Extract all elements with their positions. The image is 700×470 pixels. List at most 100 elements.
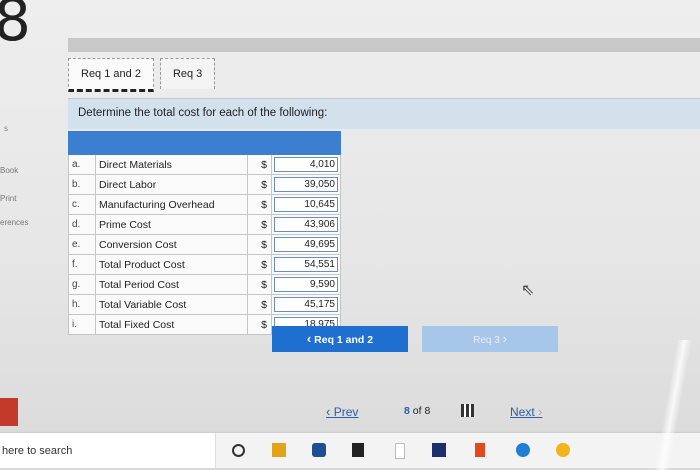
chrome-icon[interactable] bbox=[556, 443, 570, 457]
pager-prev-link[interactable]: ‹ Prev bbox=[326, 404, 358, 419]
table-header-value bbox=[271, 131, 341, 155]
row-currency: $ bbox=[247, 314, 272, 335]
row-letter: b. bbox=[68, 174, 96, 195]
row-label: Total Period Cost bbox=[95, 274, 248, 295]
pager-count: 8 of 8 bbox=[404, 405, 430, 417]
row-value-cell: 45,175 bbox=[271, 294, 341, 315]
row-value-input[interactable]: 45,175 bbox=[274, 297, 338, 312]
row-letter: h. bbox=[68, 294, 96, 315]
pager-current: 8 bbox=[404, 405, 410, 417]
next-requirement-button[interactable]: Req 3 › bbox=[422, 326, 558, 352]
chevron-left-icon: ‹ bbox=[326, 404, 331, 419]
mouse-cursor-icon: ⇖ bbox=[521, 282, 535, 299]
row-label: Manufacturing Overhead bbox=[95, 194, 248, 215]
top-band bbox=[68, 38, 700, 52]
row-value-input[interactable]: 4,010 bbox=[274, 157, 338, 172]
row-value-input[interactable]: 10,645 bbox=[274, 197, 338, 212]
prev-requirement-button[interactable]: ‹ Req 1 and 2 bbox=[272, 326, 408, 352]
row-value-input[interactable]: 49,695 bbox=[274, 237, 338, 252]
row-currency: $ bbox=[247, 154, 272, 175]
row-currency: $ bbox=[247, 214, 272, 235]
table-row: h. Total Variable Cost $45,175 bbox=[68, 294, 341, 315]
cost-table: a. Direct Materials $4,010 b. Direct Labor $3… bbox=[68, 131, 341, 335]
row-letter: e. bbox=[68, 234, 96, 255]
table-header-row bbox=[68, 131, 341, 155]
row-letter: c. bbox=[68, 194, 96, 215]
row-value-cell: 4,010 bbox=[271, 154, 341, 175]
app-icon[interactable] bbox=[395, 443, 405, 459]
tab-bar: Req 1 and 2 Req 3 bbox=[68, 58, 216, 92]
row-currency: $ bbox=[247, 234, 272, 255]
prev-requirement-label: Req 1 and 2 bbox=[314, 334, 374, 346]
row-label: Total Variable Cost bbox=[95, 294, 248, 315]
row-value-input[interactable]: 43,906 bbox=[274, 217, 338, 232]
chevron-left-icon: ‹ bbox=[306, 331, 312, 346]
table-row: a. Direct Materials $4,010 bbox=[68, 154, 341, 175]
row-label: Total Fixed Cost bbox=[95, 314, 248, 335]
cortana-icon[interactable] bbox=[232, 444, 245, 457]
row-value-input[interactable]: 9,590 bbox=[274, 277, 338, 292]
taskbar-search-text: here to search bbox=[2, 445, 73, 457]
sidebar-item-print[interactable]: Print bbox=[0, 194, 16, 203]
sidebar-dot: s bbox=[4, 124, 8, 133]
dropbox-icon[interactable] bbox=[352, 443, 364, 457]
table-row: e. Conversion Cost $49,695 bbox=[68, 234, 341, 255]
row-letter: a. bbox=[68, 154, 96, 175]
row-value-cell: 9,590 bbox=[271, 274, 341, 295]
table-row: c. Manufacturing Overhead $10,645 bbox=[68, 194, 341, 215]
screen-glare bbox=[640, 340, 700, 470]
table-row: d. Prime Cost $43,906 bbox=[68, 214, 341, 235]
row-value-cell: 54,551 bbox=[271, 254, 341, 275]
next-requirement-label: Req 3 bbox=[473, 335, 500, 346]
row-label: Prime Cost bbox=[95, 214, 248, 235]
row-value-input[interactable]: 39,050 bbox=[274, 177, 338, 192]
row-letter: f. bbox=[68, 254, 96, 275]
pager-prev-label: Prev bbox=[333, 405, 359, 419]
sidebar-item-references[interactable]: erences bbox=[0, 218, 28, 227]
table-header-label bbox=[68, 131, 248, 155]
sidebar-item-book[interactable]: Book bbox=[0, 166, 18, 175]
pager-next-label: Next bbox=[510, 405, 535, 419]
row-value-cell: 39,050 bbox=[271, 174, 341, 195]
table-row: b. Direct Labor $39,050 bbox=[68, 174, 341, 195]
tab-req-1-and-2[interactable]: Req 1 and 2 bbox=[68, 58, 154, 92]
row-label: Conversion Cost bbox=[95, 234, 248, 255]
row-value-cell: 43,906 bbox=[271, 214, 341, 235]
pager-of: of bbox=[412, 405, 422, 417]
table-row: g. Total Period Cost $9,590 bbox=[68, 274, 341, 295]
row-letter: g. bbox=[68, 274, 96, 295]
store-icon[interactable] bbox=[432, 443, 446, 457]
row-label: Direct Labor bbox=[95, 174, 248, 195]
row-label: Total Product Cost bbox=[95, 254, 248, 275]
mail-icon[interactable] bbox=[312, 443, 326, 457]
taskbar: here to search bbox=[0, 432, 700, 468]
row-currency: $ bbox=[247, 254, 272, 275]
row-letter: i. bbox=[68, 314, 96, 335]
tab-req-3[interactable]: Req 3 bbox=[159, 58, 216, 89]
chevron-right-icon: › bbox=[538, 404, 543, 419]
chevron-right-icon: › bbox=[502, 331, 507, 346]
row-value-input[interactable]: 54,551 bbox=[274, 257, 338, 272]
edge-icon[interactable] bbox=[516, 443, 530, 457]
row-currency: $ bbox=[247, 294, 272, 315]
table-row: f. Total Product Cost $54,551 bbox=[68, 254, 341, 275]
row-currency: $ bbox=[247, 194, 272, 215]
row-currency: $ bbox=[247, 274, 272, 295]
instruction-text: Determine the total cost for each of the… bbox=[78, 107, 328, 119]
app-badge-icon[interactable] bbox=[0, 398, 18, 426]
taskbar-search[interactable]: here to search bbox=[0, 433, 216, 468]
screen: 8 s Book Print erences Req 1 and 2 Req 3… bbox=[0, 0, 700, 430]
pager-total: 8 bbox=[424, 405, 431, 417]
file-explorer-icon[interactable] bbox=[272, 443, 286, 457]
row-letter: d. bbox=[68, 214, 96, 235]
instruction-bar: Determine the total cost for each of the… bbox=[68, 98, 700, 129]
row-label: Direct Materials bbox=[95, 154, 248, 175]
table-header-currency bbox=[247, 131, 272, 155]
row-currency: $ bbox=[247, 174, 272, 195]
row-value-cell: 10,645 bbox=[271, 194, 341, 215]
page-number-glyph: 8 bbox=[0, 0, 31, 54]
pager-next-link[interactable]: Next › bbox=[510, 404, 542, 419]
office-icon[interactable] bbox=[475, 443, 485, 457]
question-grid-icon[interactable] bbox=[461, 404, 474, 417]
row-value-cell: 49,695 bbox=[271, 234, 341, 255]
